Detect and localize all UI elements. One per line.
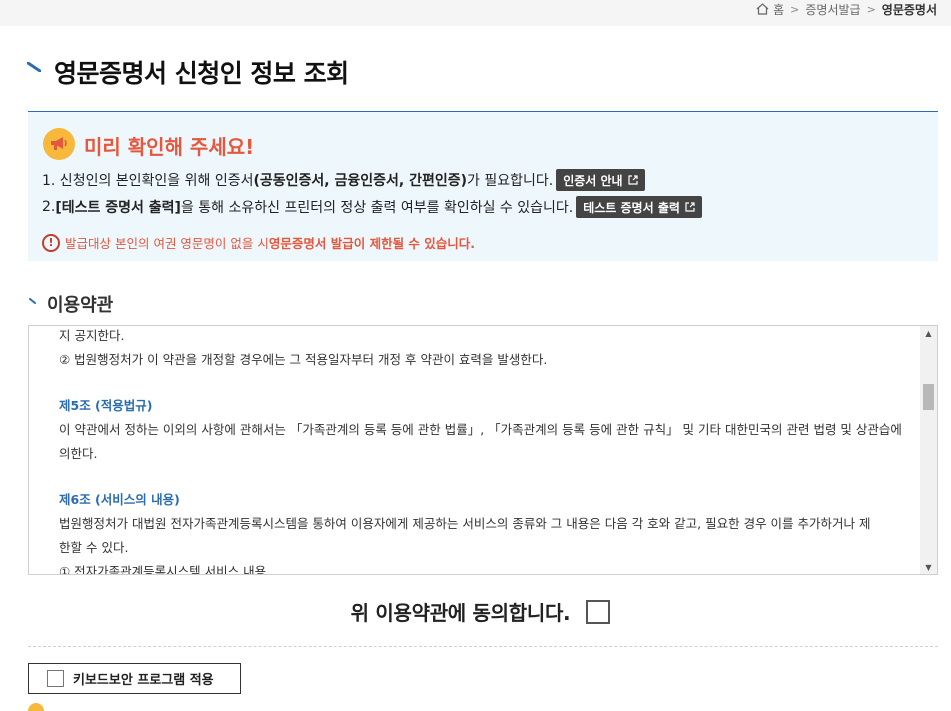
terms-content: 지 공지한다. ② 법원행정처가 이 약관을 개정할 경우에는 그 적용일자부터 … [59, 326, 909, 575]
notice-line-2: 2. [테스트 증명서 출력] 을 통해 소유하신 프린터의 정상 출력 여부를 … [42, 196, 702, 218]
notice-line-1: 1. 신청인의 본인확인을 위해 인증서 (공동인증서, 금융인증서, 간편인증)… [42, 169, 645, 191]
terms-article-heading: 제6조 (서비스의 내용) [59, 492, 180, 507]
breadcrumb: 홈 > 증명서발급 > 영문증명서 [756, 0, 937, 18]
external-link-icon [627, 175, 638, 185]
page-title: 영문증명서 신청인 정보 조회 [54, 59, 349, 88]
terms-paragraph: 법원행정처가 대법원 전자가족관계등록시스템을 통하여 이용자에게 제공하는 서… [59, 516, 871, 531]
scroll-down-arrow-icon[interactable]: ▼ [920, 560, 937, 574]
warning-line: ! 발급대상 본인의 여권 영문명이 없을 시 영문증명서 발급이 제한될 수 … [42, 233, 475, 252]
terms-article-heading: 제5조 (적용법규) [59, 398, 153, 413]
terms-section-title: 이용약관 [47, 295, 114, 316]
terms-spacer [59, 466, 909, 488]
notice-line1-suffix: 가 필요합니다. [467, 173, 554, 189]
info-icon [28, 703, 44, 711]
terms-paragraph: 의한다. [59, 446, 98, 461]
cert-guide-label: 인증서 안내 [563, 173, 623, 188]
keyboard-security-label: 키보드보안 프로그램 적용 [73, 673, 214, 688]
agree-label: 위 이용약관에 동의합니다. [350, 601, 571, 625]
terms-scroll-box[interactable]: 지 공지한다. ② 법원행정처가 이 약관을 개정할 경우에는 그 적용일자부터 … [28, 325, 938, 575]
terms-paragraph: 지 공지한다. [59, 328, 125, 343]
warning-icon: ! [42, 233, 60, 252]
scroll-thumb[interactable] [923, 384, 934, 410]
notice-line2-bold: [테스트 증명서 출력] [55, 200, 181, 216]
chevron-right-icon: > [866, 2, 876, 16]
notice-line2-suffix: 을 통해 소유하신 프린터의 정상 출력 여부를 확인하실 수 있습니다. [180, 200, 574, 216]
notice-title: 미리 확인해 주세요! [84, 135, 255, 159]
breadcrumb-home[interactable]: 홈 [773, 1, 784, 18]
notice-line1-prefix: 1. 신청인의 본인확인을 위해 인증서 [42, 173, 254, 189]
external-link-icon [685, 202, 695, 212]
notice-line1-bold: (공동인증서, 금융인증서, 간편인증) [253, 173, 467, 189]
divider [28, 646, 938, 647]
bottom-hint [28, 703, 50, 711]
notice-box: 미리 확인해 주세요! 1. 신청인의 본인확인을 위해 인증서 (공동인증서, … [28, 111, 938, 261]
warning-prefix: 발급대상 본인의 여권 영문명이 없을 시 [65, 236, 269, 251]
scroll-up-arrow-icon[interactable]: ▲ [920, 326, 937, 340]
terms-paragraph: ② 법원행정처가 이 약관을 개정할 경우에는 그 적용일자부터 개정 후 약관… [59, 352, 548, 367]
keyboard-security-checkbox[interactable] [47, 670, 64, 687]
terms-paragraph: 한할 수 있다. [59, 540, 129, 555]
agree-checkbox[interactable] [586, 599, 611, 624]
terms-paragraph: ① 전자가족관계등록시스템 서비스 내용 [59, 564, 267, 575]
test-print-button[interactable]: 테스트 증명서 출력 [576, 196, 702, 218]
megaphone-icon [43, 128, 75, 160]
section-marker-icon [29, 298, 36, 304]
cert-guide-button[interactable]: 인증서 안내 [556, 169, 645, 191]
keyboard-security-toggle[interactable]: 키보드보안 프로그램 적용 [28, 663, 241, 694]
breadcrumb-level1[interactable]: 증명서발급 [805, 1, 860, 18]
chevron-right-icon: > [790, 2, 800, 16]
terms-scrollbar[interactable]: ▲ ▼ [920, 326, 937, 574]
top-bar: 홈 > 증명서발급 > 영문증명서 [0, 0, 951, 26]
agree-row: 위 이용약관에 동의합니다. [0, 597, 951, 626]
terms-spacer [59, 372, 909, 394]
test-print-label: 테스트 증명서 출력 [583, 200, 680, 215]
title-marker-icon [27, 62, 41, 72]
warning-bold: 영문증명서 발급이 제한될 수 있습니다. [268, 236, 476, 251]
notice-line2-prefix: 2. [42, 199, 56, 215]
terms-paragraph: 이 약관에서 정하는 이외의 사항에 관해서는 「가족관계의 등록 등에 관한 … [59, 422, 902, 437]
home-icon[interactable] [756, 3, 769, 15]
breadcrumb-current: 영문증명서 [881, 2, 937, 17]
